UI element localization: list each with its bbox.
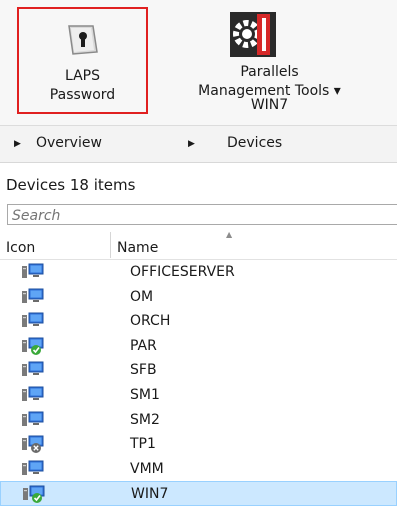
device-list: OFFICESERVER OM ORCH PAR SFB SM1 SM2 TP1 VMM WIN7 [0, 260, 397, 506]
device-row[interactable]: OFFICESERVER [0, 260, 397, 285]
column-header-icon[interactable]: Icon [6, 240, 35, 256]
laps-lock-icon [68, 25, 98, 55]
computer-icon [22, 361, 44, 377]
device-name: OM [130, 288, 154, 305]
computer-icon [22, 460, 44, 475]
device-row[interactable]: PAR [0, 334, 397, 359]
device-row[interactable]: TP1 [0, 432, 397, 457]
computer-error-icon [22, 435, 44, 454]
device-row[interactable]: WIN7 [0, 481, 397, 506]
device-row[interactable]: SFB [0, 358, 397, 383]
computer-icon [22, 312, 44, 328]
sort-ascending-icon: ▲ [226, 230, 233, 239]
ribbon-group-label: WIN7 [250, 97, 289, 113]
device-row[interactable]: SM1 [0, 383, 397, 408]
computer-icon [22, 263, 44, 278]
device-name: TP1 [130, 436, 156, 453]
device-name: OFFICESERVER [130, 264, 235, 280]
breadcrumb-item-overview[interactable]: Overview [36, 135, 102, 151]
device-row[interactable]: SM2 [0, 408, 397, 433]
parallels-management-tools-button[interactable]: Parallels Management Tools ▾ [152, 7, 387, 99]
device-name: VMM [130, 460, 164, 477]
computer-ok-icon [23, 485, 45, 504]
search-box[interactable] [7, 204, 397, 226]
column-divider[interactable] [110, 232, 111, 258]
device-name: PAR [130, 337, 157, 354]
device-name: ORCH [130, 313, 171, 330]
breadcrumb-item-devices[interactable]: Devices [227, 135, 282, 151]
laps-label-line2: Password [49, 87, 116, 103]
parallels-label-line1: Parallels [240, 64, 299, 80]
device-name: SFB [130, 362, 157, 379]
panel-title: Devices 18 items [6, 176, 136, 194]
device-row[interactable]: VMM [0, 457, 397, 482]
device-row[interactable]: OM [0, 285, 397, 310]
breadcrumb-arrow-icon: ▶ [14, 139, 21, 149]
laps-label-line1: LAPS [64, 68, 101, 84]
computer-ok-icon [22, 337, 44, 355]
search-input[interactable] [8, 206, 397, 226]
column-header-name[interactable]: Name [117, 240, 158, 256]
device-name: SM1 [130, 386, 160, 403]
computer-icon [22, 411, 44, 426]
device-name: WIN7 [131, 486, 169, 503]
breadcrumb-arrow-icon: ▶ [188, 139, 195, 149]
breadcrumb: ▶ Overview ▶ Devices [0, 126, 397, 163]
computer-icon [22, 288, 44, 303]
computer-icon [22, 386, 44, 401]
device-name: SM2 [130, 411, 160, 428]
ribbon: LAPS Password Parallels Management Tools… [0, 0, 397, 126]
laps-password-button[interactable]: LAPS Password [17, 7, 148, 114]
device-row[interactable]: ORCH [0, 309, 397, 334]
parallels-gear-icon [230, 12, 276, 57]
